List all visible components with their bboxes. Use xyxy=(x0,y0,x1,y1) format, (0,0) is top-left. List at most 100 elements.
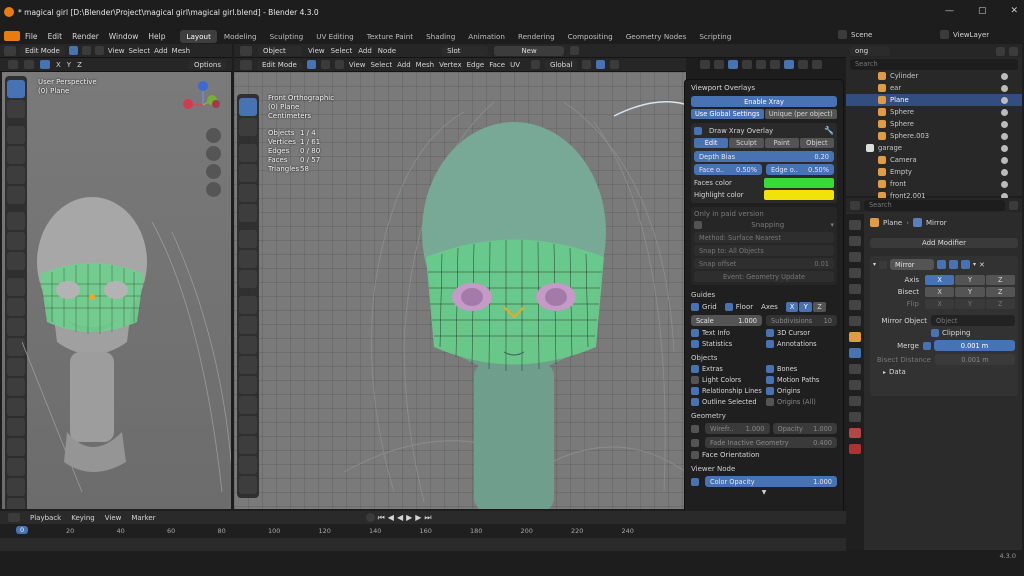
bisect-distance-field[interactable]: 0.001 m xyxy=(935,354,1015,365)
main-menu-face[interactable]: Face xyxy=(489,61,505,69)
color-opacity-field[interactable]: Color Opacity 1.000 xyxy=(705,476,837,487)
eye-visibility-icon[interactable] xyxy=(1001,108,1008,116)
new-material-button[interactable]: New xyxy=(494,45,565,56)
solid-shading-icon[interactable] xyxy=(784,60,794,69)
light-colors-toggle[interactable]: Light Colors xyxy=(691,376,762,384)
outliner-row[interactable]: Camera xyxy=(846,154,1022,166)
node-menu-view[interactable]: View xyxy=(308,47,325,55)
xray-mode-paint[interactable]: Paint xyxy=(764,138,799,148)
eye-visibility-icon[interactable] xyxy=(1001,144,1008,152)
draw-xray-checkbox[interactable] xyxy=(694,126,702,135)
modifier-remove-icon[interactable]: ✕ xyxy=(979,261,985,269)
eye-visibility-icon[interactable] xyxy=(1001,168,1008,176)
mirror-object-field[interactable]: Object xyxy=(931,315,1015,326)
scene-selector[interactable]: Scene xyxy=(838,30,872,39)
new-collection-icon[interactable] xyxy=(1009,46,1018,56)
main-add-cube-tool[interactable] xyxy=(239,270,257,288)
world-tab-icon[interactable] xyxy=(849,300,861,310)
play-icon[interactable]: ▶ xyxy=(406,513,412,522)
bisect-y-button[interactable]: Y xyxy=(955,287,985,297)
modifier-name-field[interactable]: Mirror xyxy=(890,259,935,270)
object-tab-icon[interactable] xyxy=(849,332,861,342)
main-loop-cut-tool[interactable] xyxy=(239,356,257,374)
current-frame-indicator[interactable]: 0 xyxy=(16,526,29,534)
left-menu-mesh[interactable]: Mesh xyxy=(172,47,190,55)
pan-hand-icon[interactable] xyxy=(206,146,221,161)
eye-visibility-icon[interactable] xyxy=(1001,180,1008,188)
wrench-icon[interactable]: 🔧 xyxy=(824,126,834,135)
outline-selected-toggle[interactable]: Outline Selected xyxy=(691,398,762,406)
timeline-menu-marker[interactable]: Marker xyxy=(131,514,155,522)
main-shrink-tool[interactable] xyxy=(239,476,257,494)
constraints-tab-icon[interactable] xyxy=(849,396,861,406)
xray-mode-edit[interactable]: Edit xyxy=(694,138,729,148)
bisect-x-button[interactable]: X xyxy=(925,287,955,297)
flip-x-button[interactable]: X xyxy=(925,299,955,309)
bones-toggle[interactable]: Bones xyxy=(766,365,837,373)
annotations-toggle[interactable]: Annotations xyxy=(766,340,837,348)
left-menu-view[interactable]: View xyxy=(108,47,125,55)
snap-icon[interactable] xyxy=(24,60,34,69)
timeline-menu-view[interactable]: View xyxy=(105,514,122,522)
output-tab-icon[interactable] xyxy=(849,252,861,262)
outliner-row[interactable]: Plane xyxy=(846,94,1022,106)
jump-start-icon[interactable]: ⏮ xyxy=(378,513,385,523)
main-edge-select-icon[interactable] xyxy=(320,60,330,69)
blender-menu-icon[interactable] xyxy=(4,31,20,41)
data-subpanel[interactable]: ▸ Data xyxy=(873,368,1015,376)
snapping-checkbox[interactable] xyxy=(694,221,702,229)
motion-paths-toggle[interactable]: Motion Paths xyxy=(766,376,837,384)
outliner-row[interactable]: Cylinder xyxy=(846,70,1022,82)
axis-x-toggle[interactable]: X xyxy=(785,302,799,312)
particles-tab-icon[interactable] xyxy=(849,364,861,374)
texture-tab-icon[interactable] xyxy=(849,444,861,454)
main-menu-vertex[interactable]: Vertex xyxy=(439,61,462,69)
timeline-editor-icon[interactable] xyxy=(8,513,20,522)
left-3d-viewport[interactable]: User Perspective (0) Plane xyxy=(2,72,231,509)
node-menu-node[interactable]: Node xyxy=(378,47,396,55)
camera-view-icon[interactable] xyxy=(206,164,221,179)
eye-visibility-icon[interactable] xyxy=(1001,84,1008,92)
eye-visibility-icon[interactable] xyxy=(1001,132,1008,140)
outliner-search-input[interactable]: Search xyxy=(850,58,1018,70)
modifier-tab-icon[interactable] xyxy=(849,348,861,358)
main-menu-edge[interactable]: Edge xyxy=(467,61,485,69)
add-modifier-button[interactable]: Add Modifier xyxy=(870,238,1018,248)
main-edge-slide-tool[interactable] xyxy=(239,456,257,474)
eye-visibility-icon[interactable] xyxy=(1001,120,1008,128)
outliner-row[interactable]: Empty xyxy=(846,166,1022,178)
transform-orientation-dropdown[interactable]: Global xyxy=(545,59,578,70)
step-forward-icon[interactable]: ▶ xyxy=(415,513,421,522)
merge-checkbox[interactable] xyxy=(923,341,931,350)
main-transform-tool[interactable] xyxy=(239,204,257,222)
tab-sculpting[interactable]: Sculpting xyxy=(264,30,310,43)
edge-offset-field[interactable]: Edge o.. 0.50% xyxy=(766,164,834,175)
left-menu-select[interactable]: Select xyxy=(128,47,150,55)
navigation-gizmo[interactable] xyxy=(176,78,230,132)
unique-per-object-button[interactable]: Unique (per object) xyxy=(764,109,837,119)
outliner-row[interactable]: front xyxy=(846,178,1022,190)
tab-texture-paint[interactable]: Texture Paint xyxy=(361,30,419,43)
main-annotate-tool[interactable] xyxy=(239,230,257,248)
use-global-settings-button[interactable]: Use Global Settings xyxy=(691,109,764,119)
axis-x-button[interactable]: X xyxy=(925,275,955,285)
properties-options-icon[interactable] xyxy=(1009,200,1018,210)
move-tool[interactable] xyxy=(7,126,25,144)
menu-help[interactable]: Help xyxy=(143,32,170,41)
mirror-icon[interactable] xyxy=(40,60,50,69)
main-knife-tool[interactable] xyxy=(239,376,257,394)
record-icon[interactable] xyxy=(365,513,375,522)
main-menu-mesh[interactable]: Mesh xyxy=(416,61,434,69)
snap-method-dropdown[interactable]: Method: Surface Nearest xyxy=(694,232,834,243)
eye-visibility-icon[interactable] xyxy=(1001,156,1008,164)
outliner-row[interactable]: Sphere.003 xyxy=(846,130,1022,142)
mesh-overlays-icon[interactable] xyxy=(742,60,752,69)
axis-z-button[interactable]: Z xyxy=(985,275,1015,285)
modifier-menu-icon[interactable]: ▾ xyxy=(973,261,976,268)
eye-visibility-icon[interactable] xyxy=(1001,96,1008,104)
data-tab-icon[interactable] xyxy=(849,412,861,422)
grid-scale-field[interactable]: Scale 1.000 xyxy=(691,315,762,326)
wireframe-shading-icon[interactable] xyxy=(770,60,780,69)
event-dropdown[interactable]: Event: Geometry Update xyxy=(694,271,834,282)
main-bevel-tool[interactable] xyxy=(239,336,257,354)
